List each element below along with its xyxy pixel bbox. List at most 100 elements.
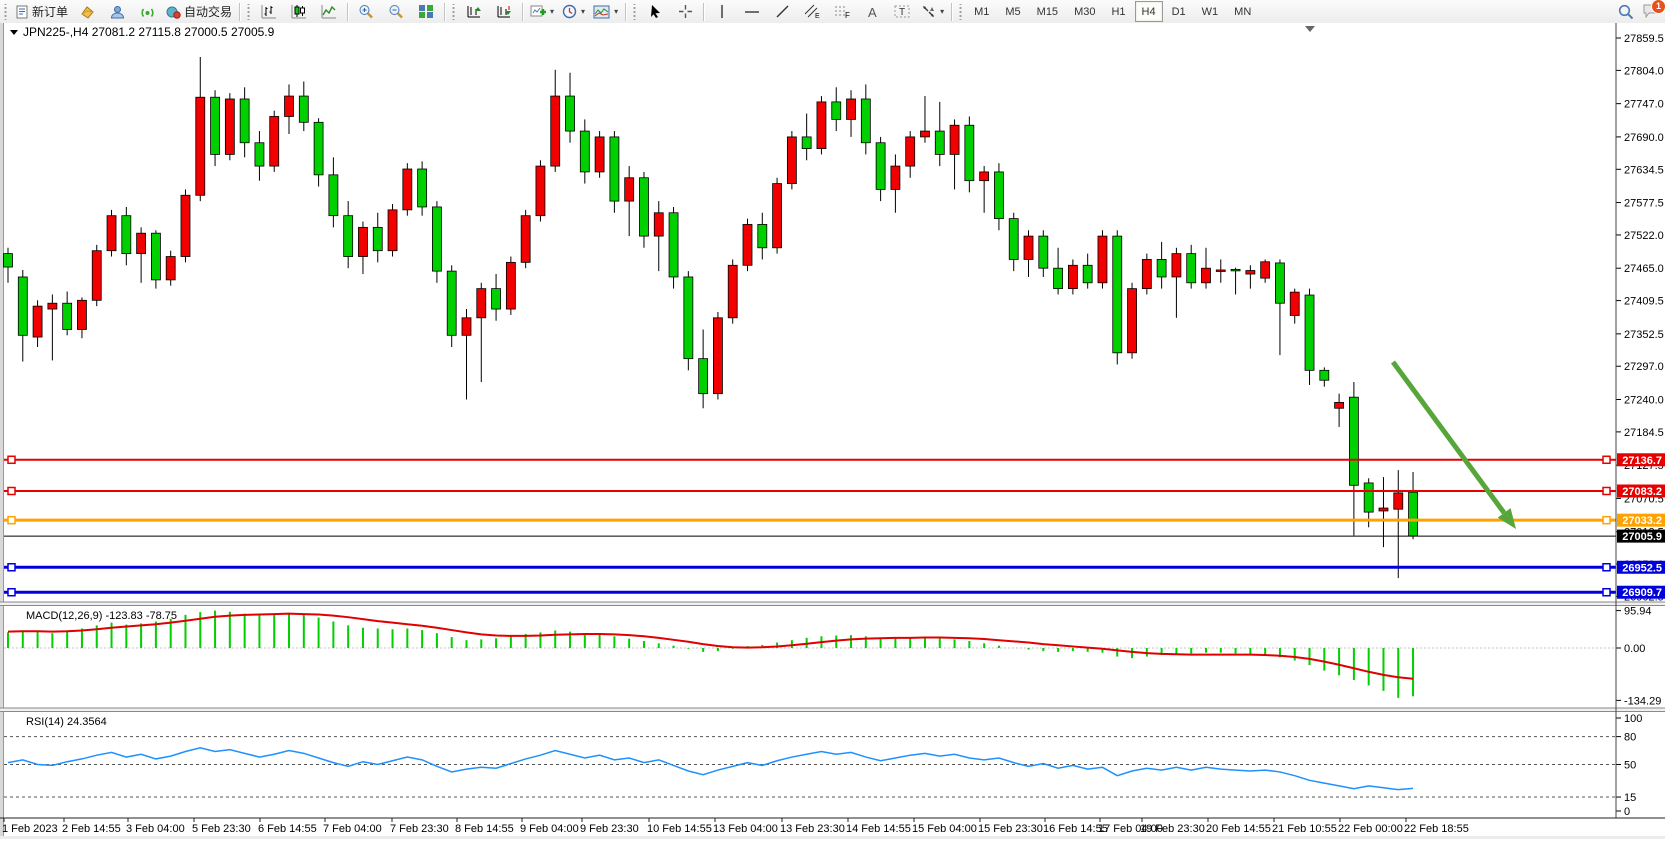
date-axis-label: 1 Feb 2023 [2,823,58,835]
line-handle[interactable] [8,456,15,463]
candle-body [536,166,545,216]
horizontal-line-button[interactable] [737,0,767,23]
arrows-button[interactable]: ▾ [917,0,948,23]
toolbar-separator [444,3,445,21]
line-handle[interactable] [8,589,15,596]
timeframe-button-h4[interactable]: H4 [1135,1,1163,22]
new-order-label: 新订单 [32,3,68,20]
toolbar-grip[interactable] [451,4,456,20]
notifications-button[interactable]: 1 [1642,3,1659,21]
market-gold-icon [80,5,95,19]
timeframe-button-m5[interactable]: M5 [998,1,1027,22]
price-axis-tick-label: 27577.5 [1624,198,1664,210]
tile-windows-button[interactable] [411,0,441,23]
candle-body [669,213,678,277]
date-axis-label: 21 Feb 10:55 [1272,823,1337,835]
notification-badge: 1 [1651,0,1665,14]
timeframe-group: M1M5M15M30H1H4D1W1MN [966,1,1259,22]
candle-body [1157,259,1166,277]
line-handle[interactable] [1603,564,1610,571]
candle-body [965,125,974,180]
price-line-axis-value: 26952.5 [1622,562,1662,574]
templates-button[interactable]: ▾ [589,0,622,23]
candle-body [521,216,530,263]
candle-body [77,300,86,329]
search-icon[interactable] [1618,4,1634,20]
timeframe-button-d1[interactable]: D1 [1165,1,1193,22]
toolbar-grip[interactable] [3,4,8,20]
candle-body [876,143,885,190]
vertical-line-button[interactable] [707,0,737,23]
timeframe-button-w1[interactable]: W1 [1195,1,1226,22]
date-axis-label: 20 Feb 14:55 [1206,823,1271,835]
date-axis-label: 15 Feb 23:30 [978,823,1043,835]
candle-body [1098,236,1107,283]
cursor-arrow-icon [648,4,662,19]
timeframe-button-m30[interactable]: M30 [1067,1,1102,22]
candle-body [743,224,752,265]
candlestick-chart-button[interactable] [284,0,314,23]
text-button[interactable]: A [857,0,887,23]
bar-chart-button[interactable] [254,0,284,23]
auto-trading-button[interactable]: 自动交易 [162,0,236,23]
timeframe-button-mn[interactable]: MN [1227,1,1258,22]
toolbar-separator [347,3,348,21]
timeframe-button-h1[interactable]: H1 [1104,1,1132,22]
line-handle[interactable] [8,517,15,524]
market-button[interactable] [72,0,102,23]
rsi-label: RSI(14) 24.3564 [26,716,107,728]
candle-body [1187,254,1196,283]
new-order-button[interactable]: 新订单 [11,0,72,23]
price-axis-tick-label: 27184.5 [1624,427,1664,439]
fibonacci-button[interactable]: F [827,0,857,23]
profile-button[interactable] [102,0,132,23]
candle-body [551,96,560,166]
indicator-window-down-button[interactable] [489,0,519,23]
new-chart-button[interactable]: ▾ [526,0,558,23]
zoom-in-button[interactable] [351,0,381,23]
crosshair-button[interactable] [670,0,700,23]
candle-body [980,172,989,181]
timeframe-button-m1[interactable]: M1 [967,1,996,22]
candle-body [1409,492,1418,536]
candle-body [625,178,634,201]
zoom-out-button[interactable] [381,0,411,23]
candle-body [4,254,13,267]
candle-body [1335,402,1344,408]
equidistant-channel-button[interactable]: E [797,0,827,23]
line-handle[interactable] [1603,589,1610,596]
line-handle[interactable] [1603,517,1610,524]
toolbar-grip[interactable] [632,4,637,20]
profile-icon [110,5,125,19]
line-handle[interactable] [1603,487,1610,494]
candle-body [1216,270,1225,272]
trendline-button[interactable] [767,0,797,23]
vertical-line-icon [716,4,728,19]
price-axis-tick-label: 27690.0 [1624,132,1664,144]
candle-body [1349,397,1358,485]
dropdown-caret-icon: ▾ [940,7,944,16]
date-axis-label: 22 Feb 00:00 [1338,823,1403,835]
candle-body [1290,292,1299,315]
candle-body [92,251,101,301]
candle-body [773,184,782,248]
line-handle[interactable] [8,487,15,494]
line-chart-button[interactable] [314,0,344,23]
period-clock-button[interactable]: ▾ [558,0,589,23]
indicator-window-up-button[interactable] [459,0,489,23]
line-handle[interactable] [1603,456,1610,463]
candle-body [418,169,427,207]
date-axis-label: 8 Feb 14:55 [455,823,514,835]
toolbar-grip[interactable] [246,4,251,20]
candle-body [270,116,279,166]
timeframe-button-m15[interactable]: M15 [1030,1,1065,22]
toolbar-grip[interactable] [958,4,963,20]
cursor-button[interactable] [640,0,670,23]
text-label-button[interactable]: T [887,0,917,23]
macd-axis-label: 0.00 [1624,643,1645,655]
candle-body [610,137,619,201]
chart-canvas[interactable]: 27859.527804.027747.027690.027634.527577… [0,23,1665,839]
price-line-axis-value: 27083.2 [1622,486,1662,498]
signals-button[interactable] [132,0,162,23]
line-handle[interactable] [8,564,15,571]
